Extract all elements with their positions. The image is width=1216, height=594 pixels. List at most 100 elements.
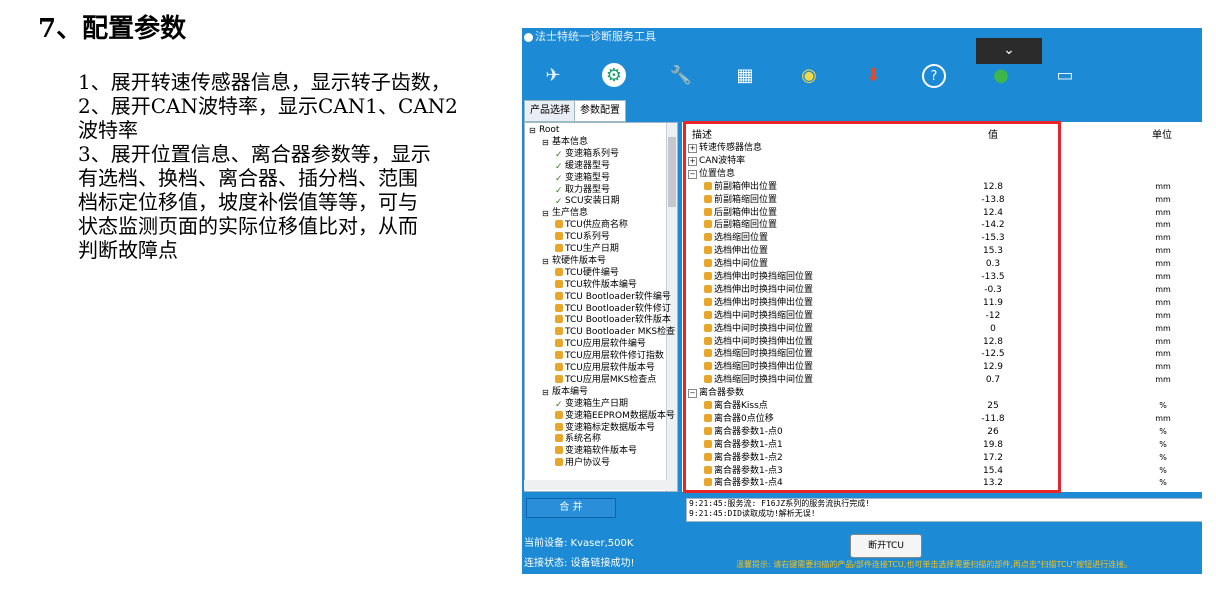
tree-item[interactable]: ✓ 变速箱系列号: [555, 149, 619, 160]
merge-button[interactable]: 合 并: [526, 498, 616, 518]
tools-icon[interactable]: 🔧: [666, 60, 696, 90]
table-row[interactable]: 离合器参数1-点3 15.4%: [682, 465, 1202, 478]
note-line: 3、展开位置信息、离合器参数等，显示: [78, 142, 431, 166]
table-row[interactable]: 选档中间位置 0.3 mm: [682, 258, 1202, 271]
table-row[interactable]: − 位置信息: [682, 168, 1202, 181]
disconnect-tcu-button[interactable]: 断开TCU: [850, 534, 922, 558]
scrollbar-thumb[interactable]: [668, 137, 676, 207]
table-row[interactable]: 选档缩回时换挡中间位置 0.7 mm: [682, 374, 1202, 387]
tree-item[interactable]: 变速箱标定数据版本号: [555, 422, 655, 434]
row-unit: %: [1159, 401, 1167, 410]
tree-item[interactable]: ⊟ 基本信息: [542, 137, 588, 148]
tree-horizontal-scrollbar[interactable]: [524, 480, 676, 490]
tree-item[interactable]: TCU Bootloader软件版本: [555, 315, 671, 326]
tree-item[interactable]: ✓ SCU安装日期: [555, 196, 620, 207]
help-icon[interactable]: ?: [922, 64, 946, 88]
table-row[interactable]: 离合器参数1-点1 19.8%: [682, 439, 1202, 452]
row-unit: mm: [1155, 246, 1171, 256]
column-header-value[interactable]: 值: [988, 126, 998, 141]
table-row[interactable]: 选档伸出时换挡缩回位置 -13.5 mm: [682, 271, 1202, 284]
tab-parameter-config[interactable]: 参数配置: [574, 100, 626, 122]
table-row[interactable]: 选档中间时换挡缩回位置 -12 mm: [682, 310, 1202, 323]
column-header-desc[interactable]: 描述: [692, 126, 712, 141]
tree-item-label: 变速箱型号: [565, 172, 611, 183]
tree-item[interactable]: 用户协议号: [555, 458, 610, 469]
table-row[interactable]: 选档缩回位置 -15.3 mm: [682, 232, 1202, 245]
tree-item[interactable]: 变速箱EEPROM数据版本号: [555, 410, 675, 422]
row-description: 离合器0点位移: [704, 413, 774, 426]
tree-item[interactable]: ⊟ 软硬件版本号: [542, 256, 606, 267]
tree-item[interactable]: TCU软件版本编号: [555, 279, 637, 291]
tree-item[interactable]: TCU供应商名称: [555, 220, 628, 231]
table-row[interactable]: + 转速传感器信息: [682, 142, 1202, 155]
tree-item[interactable]: TCU应用层软件版本号: [555, 363, 655, 374]
tree-item[interactable]: 变速箱软件版本号: [555, 446, 637, 457]
row-description-text: 离合器参数1-点0: [714, 426, 783, 437]
table-row[interactable]: 选档中间时换挡中间位置 0 mm: [682, 323, 1202, 336]
table-row[interactable]: + CAN波特率: [682, 155, 1202, 168]
tree-item[interactable]: TCU应用层MKS检查点: [555, 374, 656, 386]
row-description: 前副箱缩回位置: [704, 194, 777, 207]
row-value: -11.8: [981, 413, 1005, 424]
tree-item[interactable]: TCU生产日期: [555, 244, 619, 255]
lock-icon: [555, 422, 563, 431]
tree-item[interactable]: TCU应用层软件编号: [555, 339, 646, 350]
tree-item[interactable]: ✓ 取力器型号: [555, 185, 610, 196]
table-row[interactable]: 前副箱伸出位置 12.8 mm: [682, 181, 1202, 194]
table-row[interactable]: 选档缩回时换挡缩回位置 -12.5 mm: [682, 348, 1202, 361]
app-title-bar: 法士特统一诊断服务工具: [522, 28, 656, 46]
table-row[interactable]: 离合器参数1-点4 13.2%: [682, 477, 1202, 490]
tree-item[interactable]: ✓ 变速箱生产日期: [555, 399, 628, 410]
calculator-icon[interactable]: ▦: [730, 60, 760, 90]
tree-item[interactable]: 系统名称: [555, 434, 601, 445]
log-line: 9:21:45:服务流: F16JZ系列的服务流执行完成!: [689, 499, 871, 508]
table-row[interactable]: 离合器0点位移 -11.8 mm: [682, 413, 1202, 426]
tree-item[interactable]: ⊟ Root: [529, 125, 559, 136]
table-row[interactable]: 离合器Kiss点 25%: [682, 400, 1202, 413]
monitor-icon[interactable]: ▭: [1050, 60, 1080, 90]
row-description-text: 选档中间时换挡伸出位置: [714, 336, 814, 347]
tree-item[interactable]: TCU系列号: [555, 232, 610, 243]
row-unit: %: [1159, 426, 1167, 436]
tree-item[interactable]: TCU Bootloader MKS检查: [555, 327, 675, 338]
table-row[interactable]: 选档伸出时换挡中间位置 -0.3 mm: [682, 284, 1202, 297]
tab-product-select[interactable]: 产品选择: [524, 100, 576, 122]
lock-icon: [704, 259, 712, 268]
row-value: 15.3: [982, 246, 1004, 257]
tree-item[interactable]: ⊟ 版本编号: [542, 387, 588, 398]
tree-item[interactable]: TCU Bootloader软件修订: [555, 303, 671, 315]
row-description-text: 选档缩回位置: [714, 233, 769, 244]
row-description-text: 离合器0点位移: [714, 413, 774, 424]
row-description: 离合器参数1-点2: [704, 452, 783, 465]
tree-item[interactable]: ⊟ 生产信息: [542, 208, 588, 219]
tree-item[interactable]: TCU硬件编号: [555, 267, 619, 279]
satellite-icon[interactable]: ✈: [538, 60, 568, 90]
globe-icon[interactable]: ●: [986, 60, 1016, 90]
dial-icon[interactable]: ◉: [794, 60, 824, 90]
table-row[interactable]: − 离合器参数: [682, 387, 1202, 400]
table-row[interactable]: 前副箱缩回位置 -13.8 mm: [682, 194, 1202, 207]
tree-item[interactable]: ✓ 缓速器型号: [555, 161, 610, 172]
table-row[interactable]: 选档中间时换挡伸出位置 12.8 mm: [682, 336, 1202, 349]
tree-item[interactable]: TCU Bootloader软件编号: [555, 291, 671, 303]
expand-icon: +: [688, 144, 697, 153]
tree-item[interactable]: ✓ 变速箱型号: [555, 173, 610, 184]
row-description: 选档伸出时换挡伸出位置: [704, 297, 813, 310]
table-row[interactable]: 离合器参数1-点0 26%: [682, 426, 1202, 439]
table-row[interactable]: 后副箱伸出位置 12.4 mm: [682, 207, 1202, 220]
tree-item[interactable]: TCU应用层软件修订指数: [555, 351, 664, 362]
column-header-unit[interactable]: 单位: [1152, 126, 1172, 141]
product-tree[interactable]: ⊟ Root ⊟ 基本信息 ✓ 变速箱系列号 ✓ 缓速器型号 ✓ 变速箱型号 ✓ 取力器型号 ✓ SCU安…: [524, 122, 678, 492]
table-row[interactable]: 选档伸出位置 15.3 mm: [682, 245, 1202, 258]
gear-icon[interactable]: ⚙: [602, 63, 626, 87]
log-line: 9:21:45:DID读取成功!解析无误!: [689, 509, 816, 518]
table-row[interactable]: 后副箱缩回位置 -14.2 mm: [682, 219, 1202, 232]
table-row[interactable]: 选档缩回时换挡伸出位置 12.9 mm: [682, 361, 1202, 374]
row-description-text: 离合器参数: [699, 388, 745, 399]
table-row[interactable]: 选档伸出时换挡伸出位置 11.9 mm: [682, 297, 1202, 310]
row-description: 选档伸出位置: [704, 245, 768, 258]
lock-icon: [704, 181, 712, 190]
download-icon[interactable]: ⬇: [858, 60, 888, 90]
tree-item-label: TCU软件版本编号: [565, 279, 637, 290]
table-row[interactable]: 离合器参数1-点2 17.2%: [682, 452, 1202, 465]
